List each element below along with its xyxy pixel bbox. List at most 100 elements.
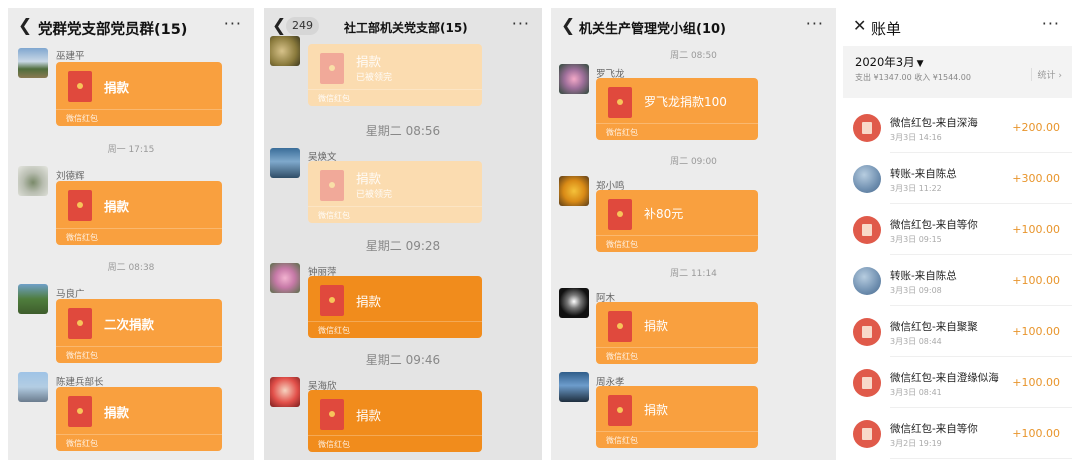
- back-icon[interactable]: ❮: [18, 17, 32, 35]
- bill-row[interactable]: 微信红包-来自澄缘似海 3月3日 08:41 +100.00: [843, 357, 1072, 408]
- red-packet-icon: [68, 190, 92, 221]
- bill-row-amount: +300.00: [1012, 172, 1060, 185]
- packet-text: 罗飞龙捐款100: [644, 95, 727, 109]
- sender-name: 马良广: [56, 289, 85, 300]
- red-packet-message[interactable]: 二次捐款 微信红包: [56, 299, 222, 363]
- chat-title: 党群党支部党员群(15): [38, 22, 188, 38]
- red-packet-icon: [320, 53, 344, 84]
- red-packet-message[interactable]: 捐款 微信红包: [308, 390, 482, 452]
- stats-link[interactable]: 统计 ›: [1030, 68, 1062, 81]
- sender-name: 巫建平: [56, 51, 85, 62]
- red-packet-message[interactable]: 捐款 微信红包: [56, 62, 222, 126]
- packet-text: 捐款: [104, 80, 130, 95]
- bill-header: ✕ 账单 ···: [843, 8, 1072, 46]
- red-packet-message[interactable]: 补80元 微信红包: [596, 190, 758, 252]
- red-packet-icon: [320, 170, 344, 201]
- avatar[interactable]: [18, 372, 48, 402]
- chat-panel-3: ❮ 机关生产管理党小组(10) ··· 周二 08:50 罗飞龙 罗飞龙捐款10…: [551, 8, 836, 460]
- red-packet-message[interactable]: 罗飞龙捐款100 微信红包: [596, 78, 758, 140]
- avatar[interactable]: [18, 166, 48, 196]
- packet-text: 捐款: [104, 405, 130, 420]
- bill-row[interactable]: 微信红包-来自深海 3月3日 14:16 +200.00: [843, 102, 1072, 153]
- red-packet-icon: [320, 285, 344, 316]
- back-icon[interactable]: ❮: [561, 17, 575, 35]
- packet-footer: 微信红包: [308, 321, 482, 338]
- bill-row-amount: +100.00: [1012, 223, 1060, 236]
- timestamp: 星期二 09:28: [365, 239, 441, 253]
- bill-row-name: 微信红包-来自聚聚: [890, 321, 978, 333]
- red-packet-message[interactable]: 捐款 微信红包: [308, 276, 482, 338]
- chevron-down-icon: ▼: [916, 59, 924, 69]
- chat-header: ❮ 机关生产管理党小组(10) ···: [551, 8, 836, 46]
- more-icon[interactable]: ···: [806, 14, 824, 33]
- close-icon[interactable]: ✕: [853, 16, 866, 35]
- bill-row-name: 转账-来自陈总: [890, 168, 957, 180]
- red-packet-message[interactable]: 捐款 已被领完 微信红包: [308, 161, 482, 223]
- red-packet-icon: [68, 396, 92, 427]
- avatar[interactable]: [559, 176, 589, 206]
- message-list: 巫建平 捐款 微信红包 周一 17:15 刘德辉 捐款 微信红包 周二 08:3…: [8, 46, 254, 460]
- avatar[interactable]: [18, 48, 48, 78]
- bill-row-date: 3月3日 08:41: [890, 388, 942, 397]
- red-packet-icon: [853, 114, 881, 142]
- bill-row-amount: +200.00: [1012, 121, 1060, 134]
- red-packet-icon: [608, 87, 632, 118]
- red-packet-message[interactable]: 捐款 微信红包: [56, 387, 222, 451]
- avatar[interactable]: [270, 36, 300, 66]
- bill-row[interactable]: 转账-来自陈总 3月3日 11:22 +300.00: [843, 153, 1072, 204]
- more-icon[interactable]: ···: [512, 14, 530, 33]
- timestamp: 周二 08:38: [107, 263, 155, 273]
- chat-title: 社工部机关党支部(15): [344, 21, 468, 35]
- red-packet-icon: [68, 71, 92, 102]
- bill-row-date: 3月2日 19:19: [890, 439, 942, 448]
- packet-footer: 微信红包: [56, 109, 222, 126]
- bill-row-name: 微信红包-来自等你: [890, 423, 978, 435]
- avatar[interactable]: [18, 284, 48, 314]
- avatar[interactable]: [270, 263, 300, 293]
- red-packet-message[interactable]: 捐款 微信红包: [596, 386, 758, 448]
- avatar[interactable]: [559, 372, 589, 402]
- bill-row-amount: +100.00: [1012, 376, 1060, 389]
- packet-text: 捐款: [356, 294, 382, 309]
- bill-row[interactable]: 微信红包-来自等你 3月3日 09:15 +100.00: [843, 204, 1072, 255]
- timestamp: 周一 17:15: [107, 145, 155, 155]
- red-packet-message[interactable]: 捐款 微信红包: [596, 302, 758, 364]
- chat-header: ❮ 党群党支部党员群(15) ···: [8, 8, 254, 46]
- bill-title: 账单: [871, 20, 902, 38]
- chat-header: ❮ 249 社工部机关党支部(15) ···: [264, 8, 542, 46]
- avatar: [853, 267, 881, 295]
- avatar[interactable]: [270, 148, 300, 178]
- chat-title: 机关生产管理党小组(10): [579, 22, 726, 37]
- bill-row[interactable]: 微信红包-来自等你 3月2日 19:19 +100.00: [843, 408, 1072, 459]
- more-icon[interactable]: ···: [1042, 14, 1060, 33]
- sender-name: 刘德辉: [56, 171, 85, 182]
- packet-text: 捐款: [356, 54, 382, 69]
- red-packet-message[interactable]: 捐款 已被领完 微信红包: [308, 44, 482, 106]
- bill-row-date: 3月3日 14:16: [890, 133, 942, 142]
- packet-text: 捐款: [356, 171, 382, 186]
- chat-panel-2: ❮ 249 社工部机关党支部(15) ··· 捐款 已被领完 微信红包 星期二 …: [264, 8, 542, 460]
- bill-row[interactable]: 转账-来自陈总 3月3日 09:08 +100.00: [843, 255, 1072, 306]
- red-packet-icon: [853, 216, 881, 244]
- packet-text: 捐款: [644, 403, 669, 417]
- month-selector[interactable]: 2020年3月 ▼: [855, 54, 924, 70]
- month-label: 2020年3月: [855, 55, 915, 69]
- bill-row-name: 微信红包-来自澄缘似海: [890, 372, 999, 384]
- packet-footer: 微信红包: [596, 235, 758, 252]
- avatar[interactable]: [559, 64, 589, 94]
- bill-row-date: 3月3日 08:44: [890, 337, 942, 346]
- bill-row[interactable]: 微信红包-来自聚聚 3月3日 08:44 +100.00: [843, 306, 1072, 357]
- packet-text: 捐款: [104, 199, 130, 214]
- more-icon[interactable]: ···: [224, 14, 242, 33]
- timestamp: 周二 09:00: [670, 157, 717, 167]
- avatar[interactable]: [559, 288, 589, 318]
- avatar[interactable]: [270, 377, 300, 407]
- red-packet-icon: [608, 311, 632, 342]
- bill-row-amount: +100.00: [1012, 325, 1060, 338]
- packet-footer: 微信红包: [308, 89, 482, 106]
- back-icon[interactable]: ❮: [272, 17, 286, 35]
- red-packet-message[interactable]: 捐款 微信红包: [56, 181, 222, 245]
- bill-row-name: 微信红包-来自深海: [890, 117, 978, 129]
- bill-row-name: 转账-来自陈总: [890, 270, 957, 282]
- red-packet-icon: [853, 420, 881, 448]
